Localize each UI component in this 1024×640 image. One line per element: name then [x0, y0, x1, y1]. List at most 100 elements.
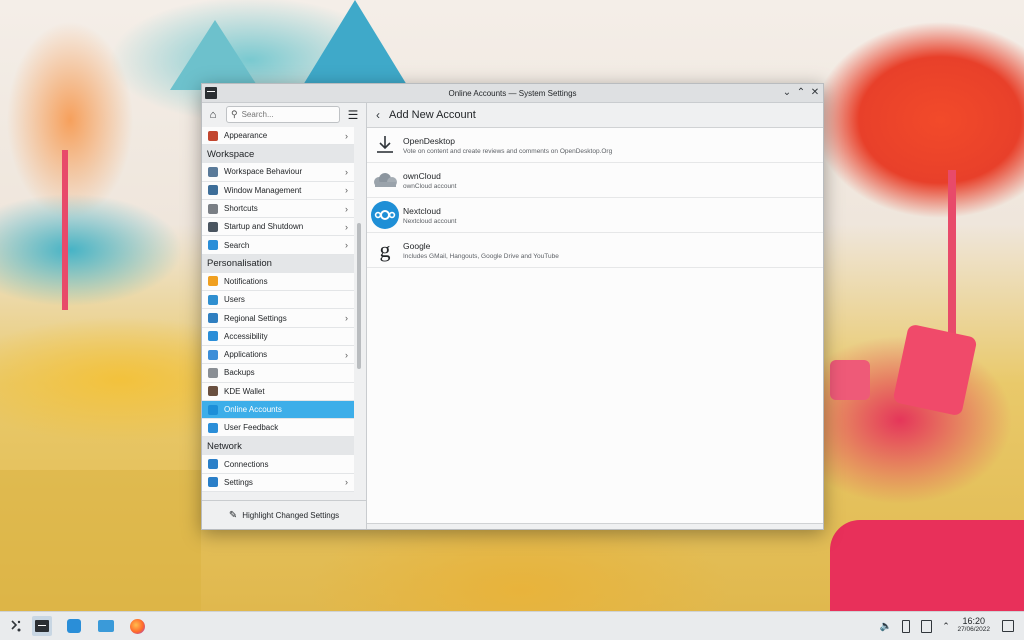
maximize-icon[interactable]: ⌃: [795, 87, 807, 99]
sidebar-item-online-accounts[interactable]: Online Accounts: [202, 400, 354, 420]
sidebar-item-users[interactable]: Users: [202, 291, 354, 310]
sidebar-item-label: KDE Wallet: [224, 386, 265, 396]
close-icon[interactable]: ✕: [809, 87, 821, 99]
regional-icon: [208, 313, 218, 324]
account-row-google[interactable]: g Google Includes GMail, Hangouts, Googl…: [367, 233, 823, 268]
window-icon: [208, 185, 218, 196]
wallpaper-tree-trunk: [62, 150, 68, 310]
page-title: Add New Account: [389, 109, 476, 121]
chevron-right-icon: ›: [345, 185, 348, 196]
main-header: ‹ Add New Account: [367, 103, 823, 128]
clipboard-icon[interactable]: [916, 616, 936, 636]
sidebar-item-label: Online Accounts: [224, 405, 282, 414]
sidebar-item-kde-wallet[interactable]: KDE Wallet: [202, 382, 354, 401]
chevron-right-icon: ›: [345, 166, 348, 177]
network-settings-icon: [208, 477, 218, 488]
sidebar-item-shortcuts[interactable]: Shortcuts ›: [202, 199, 354, 219]
sidebar: ⌂ ⚲ ☰ Appearance›WorkspaceWorkspace Beha…: [202, 103, 367, 529]
main-panel: ‹ Add New Account OpenDesktop Vote on co…: [367, 103, 823, 529]
sidebar-item-label: Notifications: [224, 276, 268, 286]
taskbar-firefox-icon[interactable]: [127, 616, 147, 636]
clock-time: 16:20: [962, 616, 985, 626]
google-icon: g: [379, 237, 391, 262]
startup-icon: [208, 221, 218, 232]
sidebar-menu: Appearance › Workspace Workspace Behaviour ›…: [202, 127, 354, 503]
taskbar: 🔈 ⌃ 16:20 27/06/2022: [0, 611, 1024, 640]
bell-icon: [208, 276, 218, 287]
window-title: Online Accounts — System Settings: [448, 88, 577, 98]
show-desktop-icon[interactable]: [998, 616, 1018, 636]
globe-icon: [208, 459, 218, 470]
battery-icon[interactable]: [896, 616, 916, 636]
search-input[interactable]: [241, 110, 332, 119]
volume-icon[interactable]: 🔈: [876, 616, 896, 636]
chevron-right-icon: ›: [345, 130, 348, 141]
sidebar-item-label: Users: [224, 295, 245, 305]
digital-clock[interactable]: 16:20 27/06/2022: [957, 616, 990, 633]
chevron-right-icon: ›: [345, 313, 348, 324]
chevron-right-icon: ›: [345, 349, 348, 360]
title-bar[interactable]: Online Accounts — System Settings ⌄ ⌃ ✕: [202, 84, 823, 103]
taskbar-discover-icon[interactable]: [64, 616, 84, 636]
sidebar-item-user-feedback[interactable]: User Feedback: [202, 419, 354, 438]
account-name: Google: [403, 240, 431, 251]
sidebar-item-startup-and-shutdown[interactable]: Startup and Shutdown ›: [202, 218, 354, 237]
sidebar-item-label: Window Management: [224, 185, 302, 195]
sidebar-item-backups[interactable]: Backups: [202, 364, 354, 383]
keyboard-icon: [208, 203, 218, 214]
sidebar-item-label: Applications: [224, 350, 268, 360]
sidebar-item-window-management[interactable]: Window Management ›: [202, 181, 354, 200]
sidebar-item-connections[interactable]: Connections: [202, 455, 354, 474]
sidebar-item-label: Connections: [224, 459, 269, 469]
users-icon: [208, 294, 218, 305]
account-description: Vote on content and create reviews and c…: [403, 147, 613, 155]
account-row-owncloud[interactable]: ownCloud ownCloud account: [367, 163, 823, 198]
hamburger-menu-icon[interactable]: ☰: [346, 108, 360, 122]
wallpaper-mountain: [170, 20, 260, 90]
category-header: Network: [202, 437, 354, 456]
system-tray-expand-icon[interactable]: ⌃: [936, 616, 956, 636]
highlight-changed-settings-button[interactable]: ✎ Highlight Changed Settings: [202, 500, 366, 529]
highlight-pen-icon: ✎: [228, 509, 238, 521]
account-name: ownCloud: [403, 170, 441, 181]
search-field[interactable]: ⚲: [226, 106, 340, 123]
nextcloud-icon: [371, 201, 399, 229]
feedback-icon: [208, 422, 218, 433]
minimize-icon[interactable]: ⌄: [781, 87, 793, 99]
sidebar-item-search[interactable]: Search ›: [202, 236, 354, 255]
sidebar-item-appearance[interactable]: Appearance ›: [202, 127, 354, 146]
online-accounts-icon: [208, 404, 218, 415]
sidebar-item-applications[interactable]: Applications ›: [202, 345, 354, 365]
sidebar-item-accessibility[interactable]: Accessibility: [202, 327, 354, 346]
back-arrow-icon[interactable]: ‹: [367, 108, 389, 122]
accessibility-icon: [208, 331, 218, 342]
taskbar-file-manager-icon[interactable]: [96, 616, 116, 636]
sidebar-item-settings[interactable]: Settings ›: [202, 473, 354, 493]
account-row-nextcloud[interactable]: Nextcloud Nextcloud account: [367, 198, 823, 233]
appearance-icon: [208, 130, 218, 141]
scrollbar-thumb[interactable]: [357, 223, 361, 369]
wallpaper-red-rock: [830, 360, 870, 400]
highlight-changed-settings-label: Highlight Changed Settings: [242, 510, 340, 520]
sidebar-item-notifications[interactable]: Notifications: [202, 272, 354, 292]
home-icon[interactable]: ⌂: [206, 108, 220, 122]
chevron-right-icon: ›: [345, 240, 348, 251]
sidebar-item-regional-settings[interactable]: Regional Settings ›: [202, 309, 354, 328]
cloud-icon: [371, 166, 399, 194]
wallpaper-lake: [830, 520, 1024, 612]
download-icon: [371, 131, 399, 159]
backup-icon: [208, 367, 218, 378]
taskbar-system-settings-icon[interactable]: [32, 616, 52, 636]
sidebar-item-label: Startup and Shutdown: [224, 222, 304, 232]
sidebar-item-label: Search: [224, 240, 250, 250]
account-description: Includes GMail, Hangouts, Google Drive a…: [403, 252, 559, 260]
chevron-right-icon: ›: [345, 203, 348, 214]
sidebar-toolbar: ⌂ ⚲ ☰: [202, 103, 366, 127]
account-description: ownCloud account: [403, 182, 457, 190]
sidebar-scrollbar[interactable]: [357, 127, 362, 503]
application-launcher-icon[interactable]: [6, 616, 26, 636]
sidebar-item-label: User Feedback: [224, 423, 279, 433]
wallpaper-red-rock: [892, 323, 978, 417]
account-row-opendesktop[interactable]: OpenDesktop Vote on content and create r…: [367, 128, 823, 163]
sidebar-item-workspace-behaviour[interactable]: Workspace Behaviour ›: [202, 163, 354, 182]
